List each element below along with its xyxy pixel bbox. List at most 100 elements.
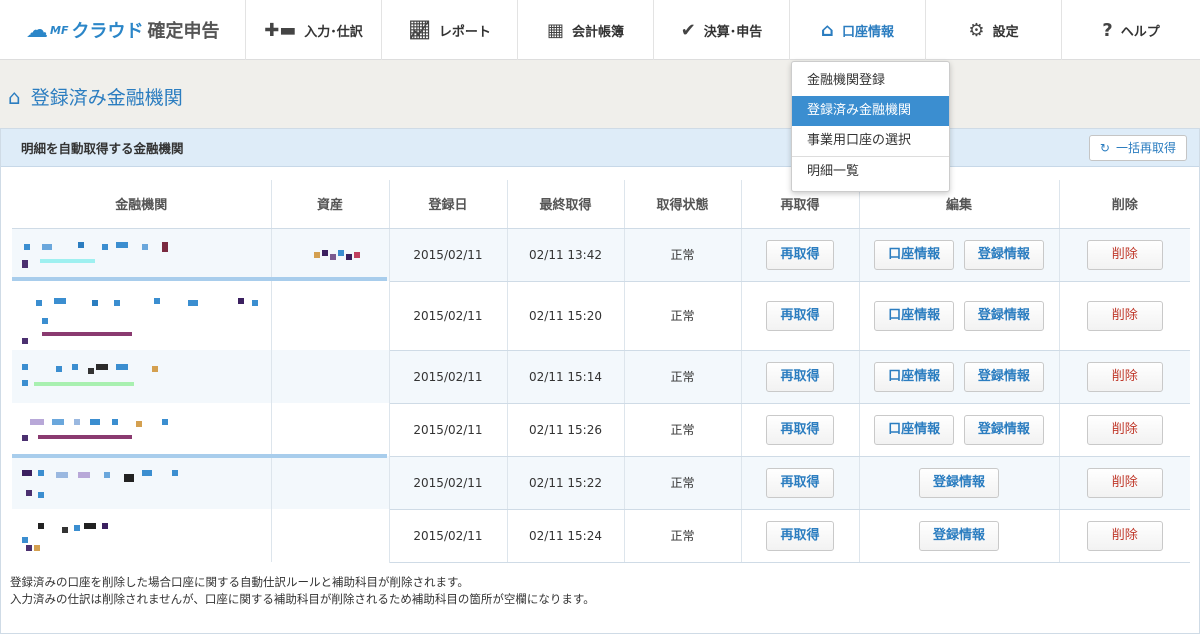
nav-item-settlement[interactable]: ✔ 決算･申告 [654,0,790,60]
delete-button[interactable]: 削除 [1086,520,1163,551]
refetch-cell: 再取得 [741,228,860,282]
col-delete: 削除 [1059,180,1190,229]
last-fetched: 02/11 15:26 [507,403,625,457]
refresh-icon: ↻ [1099,140,1110,155]
col-last-fetched: 最終取得 [507,180,625,229]
delete-button[interactable]: 削除 [1086,414,1163,445]
logo-mf: MF [50,23,69,37]
asset-cell [271,350,390,403]
refetch-button[interactable]: 再取得 [766,414,834,445]
page-title: ⌂ 登録済み金融機関 [8,83,183,110]
edit-cell: 口座情報 登録情報 [859,403,1060,457]
registered-date: 2015/02/11 [389,509,508,563]
last-fetched: 02/11 15:14 [507,350,625,404]
redacted-pixels [12,286,271,346]
refetch-all-label: 一括再取得 [1115,141,1176,155]
nav-label: 決算･申告 [703,24,763,40]
col-registered: 登録日 [389,180,508,229]
fetch-status: 正常 [624,403,742,457]
menu-item-statement-list[interactable]: 明細一覧 [792,157,949,187]
delete-button[interactable]: 削除 [1086,361,1163,392]
refetch-button[interactable]: 再取得 [766,300,834,331]
table-row: 2015/02/11 02/11 15:22 正常 再取得 登録情報 削除 [12,456,1190,510]
nav-item-settings[interactable]: ⚙ 設定 [926,0,1062,60]
app-logo[interactable]: ☁ MF クラウド 確定申告 [0,0,246,60]
fetch-status: 正常 [624,509,742,563]
redacted-pixels [12,458,271,508]
refetch-button[interactable]: 再取得 [766,239,834,270]
nav-item-accounts[interactable]: ⌂ 口座情報 [790,0,926,60]
asset-cell [271,456,390,509]
nav-label: 入力･仕訳 [304,24,363,40]
delete-button[interactable]: 削除 [1086,467,1163,498]
footnote-line: 登録済みの口座を削除した場合口座に関する自動仕訳ルールと補助科目が削除されます。 [10,575,469,589]
chart-line-icon: 📈︎ [408,19,431,41]
redacted-pixels [272,230,389,280]
menu-item-registered-institutions[interactable]: 登録済み金融機関 [792,96,949,126]
table-row: 2015/02/11 02/11 15:20 正常 再取得 口座情報 登録情報 … [12,281,1190,351]
delete-button[interactable]: 削除 [1086,300,1163,331]
table-row: 2015/02/11 02/11 15:26 正常 再取得 口座情報 登録情報 … [12,403,1190,458]
edit-cell: 登録情報 [859,456,1060,510]
last-fetched: 02/11 15:22 [507,456,625,510]
menu-item-business-accounts[interactable]: 事業用口座の選択 [792,126,949,156]
institution-name-redacted [12,228,387,281]
last-fetched: 02/11 15:24 [507,509,625,563]
institution-name-redacted [12,509,272,562]
plus-ledger-icon: ✚▬ [264,19,297,41]
refetch-button[interactable]: 再取得 [766,520,834,551]
nav-item-input[interactable]: ✚▬ 入力･仕訳 [246,0,382,60]
accounts-dropdown-menu: 金融機関登録 登録済み金融機関 事業用口座の選択 明細一覧 [791,61,950,192]
redacted-pixels [12,352,271,402]
account-info-button[interactable]: 口座情報 [874,300,955,331]
account-info-button[interactable]: 口座情報 [874,361,955,392]
nav-item-report[interactable]: 📈︎ レポート [382,0,518,60]
refetch-all-button[interactable]: ↻ 一括再取得 [1088,134,1187,161]
menu-item-register-institution[interactable]: 金融機関登録 [792,66,949,96]
edit-cell: 口座情報 登録情報 [859,228,1060,282]
institution-name-redacted [12,403,387,458]
account-info-button[interactable]: 口座情報 [874,239,955,270]
institution-name-redacted [12,456,272,509]
nav-label: 口座情報 [841,24,894,40]
registration-info-button[interactable]: 登録情報 [963,414,1044,445]
refetch-cell: 再取得 [741,456,860,510]
table-header-row: 金融機関 資産 登録日 最終取得 取得状態 再取得 編集 削除 [12,180,1190,229]
cloud-logo-icon: ☁ [26,17,48,43]
footnote-line: 入力済みの仕訳は削除されませんが、口座に関する補助科目が削除されるため補助科目の… [10,592,595,606]
refetch-button[interactable]: 再取得 [766,467,834,498]
registration-info-button[interactable]: 登録情報 [963,361,1044,392]
registration-info-button[interactable]: 登録情報 [918,467,999,498]
delete-cell: 削除 [1059,281,1190,351]
col-status: 取得状態 [624,180,742,229]
nav-item-help[interactable]: ? ヘルプ [1062,0,1200,60]
home-icon: ⌂ [8,84,21,109]
fetch-status: 正常 [624,228,742,282]
refetch-cell: 再取得 [741,350,860,404]
edit-cell: 口座情報 登録情報 [859,281,1060,351]
fetch-status: 正常 [624,281,742,351]
registered-date: 2015/02/11 [389,228,508,282]
institution-name-redacted [12,350,272,403]
col-asset: 資産 [271,180,390,229]
account-info-button[interactable]: 口座情報 [874,414,955,445]
refetch-cell: 再取得 [741,403,860,457]
delete-cell: 削除 [1059,509,1190,563]
registration-info-button[interactable]: 登録情報 [918,520,999,551]
nav-label: ヘルプ [1120,24,1160,40]
col-institution: 金融機関 [12,180,272,229]
last-fetched: 02/11 15:20 [507,281,625,351]
registration-info-button[interactable]: 登録情報 [963,239,1044,270]
refetch-cell: 再取得 [741,281,860,351]
institutions-panel: 明細を自動取得する金融機関 ↻ 一括再取得 金融機関 資産 登録日 最終取得 取… [0,128,1200,634]
nav-item-books[interactable]: ▦ 会計帳簿 [518,0,654,60]
gear-icon: ⚙ [968,19,985,41]
question-icon: ? [1102,19,1113,41]
nav-label: レポート [438,24,491,40]
asset-cell [271,403,390,456]
institutions-table: 金融機関 資産 登録日 最終取得 取得状態 再取得 編集 削除 2015/02/… [12,180,1190,563]
registration-info-button[interactable]: 登録情報 [963,300,1044,331]
delete-button[interactable]: 削除 [1086,239,1163,270]
refetch-button[interactable]: 再取得 [766,361,834,392]
edit-cell: 口座情報 登録情報 [859,350,1060,404]
